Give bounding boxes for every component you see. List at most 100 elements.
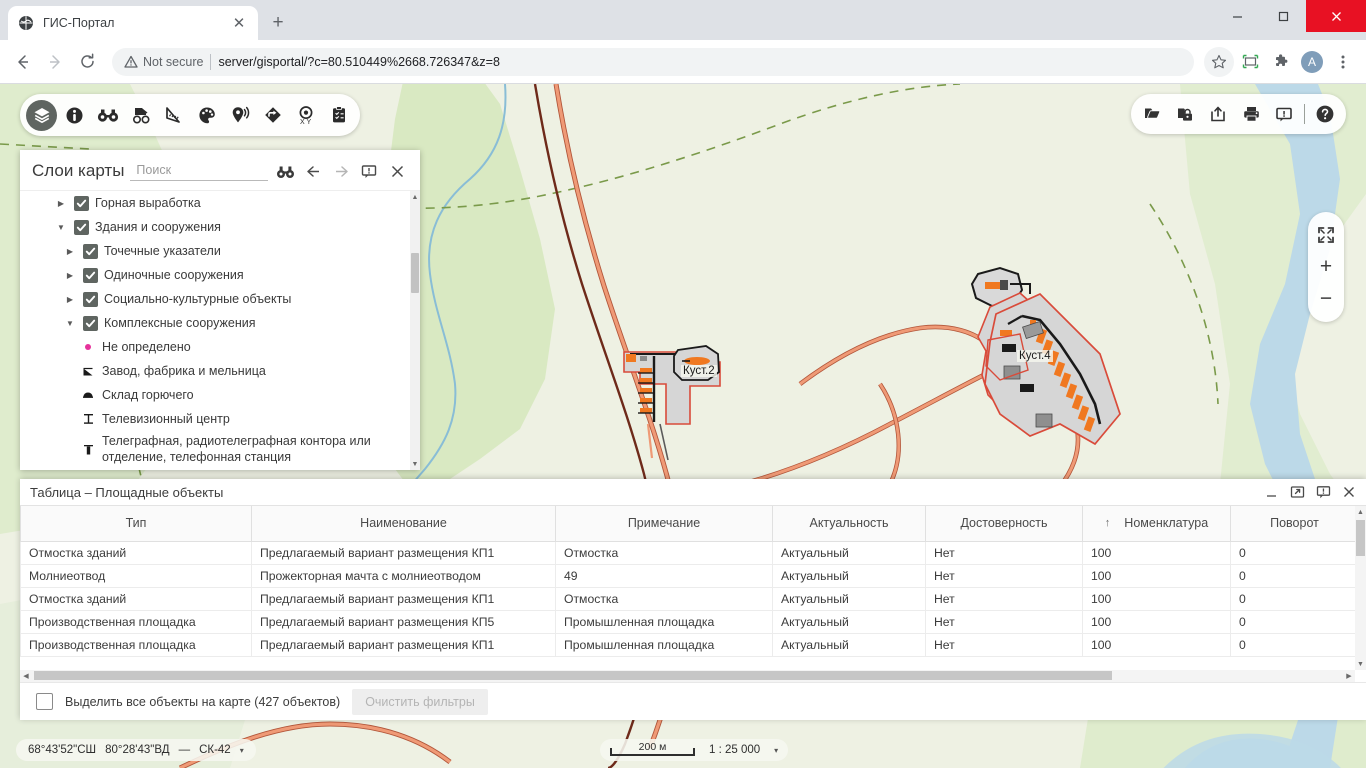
layers-search-input[interactable] [130, 161, 268, 181]
coordinates-display[interactable]: 68°43'52"СШ 80°28'43"ВД — СК-42 ▾ [16, 739, 256, 761]
help-button[interactable] [1312, 101, 1338, 127]
legend-row[interactable]: Не определено [20, 335, 410, 359]
chevron-down-icon[interactable]: ▼ [54, 223, 68, 232]
comment-icon[interactable] [1312, 481, 1334, 503]
browser-tab[interactable]: ГИС-Портал ✕ [8, 6, 258, 40]
minimize-icon[interactable] [1260, 481, 1282, 503]
print-button[interactable] [1238, 101, 1264, 127]
chevron-down-icon[interactable]: ▾ [774, 746, 778, 755]
column-header-nomenclature[interactable]: ↑ Номенклатура [1082, 506, 1231, 542]
chevron-right-icon[interactable]: ▶ [63, 295, 77, 304]
select-all-checkbox[interactable] [36, 693, 53, 710]
layer-row[interactable]: ▼ Здания и сооружения [20, 215, 410, 239]
chevron-down-icon[interactable]: ▼ [63, 319, 77, 328]
extensions-puzzle-icon[interactable] [1266, 47, 1296, 77]
search-binoculars-tool-button[interactable] [92, 100, 123, 131]
zoom-out-button[interactable]: − [1311, 283, 1341, 315]
legend-row[interactable]: Телеграфная, радиотелеграфная контора ил… [20, 431, 410, 469]
layer-row[interactable]: ▶ Социально-культурные объекты [20, 287, 410, 311]
clear-filters-button[interactable]: Очистить фильтры [352, 688, 488, 715]
route-measure-tool-button[interactable] [125, 100, 156, 131]
clipboard-tool-button[interactable] [323, 100, 354, 131]
legend-row[interactable]: Завод, фабрика и мельница [20, 359, 410, 383]
chevron-right-icon[interactable]: ▶ [54, 199, 68, 208]
layer-row[interactable]: ▶ Одиночные сооружения [20, 263, 410, 287]
chevron-right-icon[interactable]: ▶ [63, 271, 77, 280]
ruler-tool-button[interactable] [158, 100, 189, 131]
back-arrow-icon[interactable] [302, 160, 324, 182]
comment-button[interactable] [1271, 101, 1297, 127]
layers-tree[interactable]: ▶ Горная выработка ▼ Здания и сооружения… [20, 191, 410, 470]
minimize-window-button[interactable] [1214, 0, 1260, 32]
scroll-left-arrow[interactable]: ◀ [20, 670, 32, 682]
scroll-down-arrow[interactable]: ▼ [410, 458, 420, 470]
chevron-right-icon[interactable]: ▶ [63, 247, 77, 256]
binoculars-icon[interactable] [274, 160, 296, 182]
comment-icon[interactable] [358, 160, 380, 182]
layers-scrollbar[interactable]: ▲ ▼ [410, 191, 420, 470]
layer-checkbox[interactable] [74, 219, 89, 235]
reload-button[interactable] [72, 47, 102, 77]
layer-row[interactable]: ▶ Горная выработка [20, 191, 410, 215]
open-map-button[interactable] [1139, 101, 1165, 127]
popout-icon[interactable] [1286, 481, 1308, 503]
table-row[interactable]: Отмостка зданий Предлагаемый вариант раз… [20, 540, 1355, 565]
xy-target-tool-button[interactable]: X Y [290, 100, 321, 131]
layer-checkbox[interactable] [83, 243, 98, 259]
scroll-up-arrow[interactable]: ▲ [1355, 506, 1366, 518]
scroll-down-arrow[interactable]: ▼ [1355, 658, 1366, 670]
browser-menu-icon[interactable] [1328, 47, 1358, 77]
legend-row[interactable]: Телевизионный центр [20, 407, 410, 431]
zoom-in-button[interactable]: + [1311, 251, 1341, 283]
save-map-button[interactable] [1172, 101, 1198, 127]
close-icon[interactable] [1338, 481, 1360, 503]
scrollbar-thumb[interactable] [34, 671, 1112, 680]
layer-row[interactable]: ▶ Точечные указатели [20, 239, 410, 263]
layer-row[interactable]: ▼ Комплексные сооружения [20, 311, 410, 335]
diamond-arrow-tool-button[interactable] [257, 100, 288, 131]
table-row[interactable]: Молниеотвод Прожекторная мачта с молниео… [20, 563, 1355, 588]
layer-checkbox[interactable] [83, 291, 98, 307]
share-button[interactable] [1205, 101, 1231, 127]
address-bar[interactable]: Not secure server/gisportal/?c=80.510449… [112, 47, 1194, 76]
maximize-window-button[interactable] [1260, 0, 1306, 32]
table-vertical-scrollbar[interactable]: ▲ ▼ [1355, 506, 1366, 670]
table-horizontal-scrollbar[interactable]: ◀ ▶ [20, 670, 1355, 682]
security-indicator[interactable]: Not secure [124, 55, 203, 69]
layer-checkbox[interactable] [83, 315, 98, 331]
table-row[interactable]: Отмостка зданий Предлагаемый вариант раз… [20, 586, 1355, 611]
scrollbar-thumb[interactable] [411, 253, 419, 293]
layer-checkbox[interactable] [83, 267, 98, 283]
scale-display[interactable]: 200 м 1 : 25 000 ▾ [600, 739, 789, 761]
fullscreen-button[interactable] [1311, 219, 1341, 251]
forward-button[interactable] [40, 47, 70, 77]
scroll-right-arrow[interactable]: ▶ [1343, 670, 1355, 682]
profile-avatar[interactable]: A [1297, 47, 1327, 77]
table-row[interactable]: Производственная площадка Предлагаемый в… [20, 632, 1355, 657]
palette-tool-button[interactable] [191, 100, 222, 131]
layer-checkbox[interactable] [74, 195, 89, 211]
screen-capture-icon[interactable] [1235, 47, 1265, 77]
close-window-button[interactable] [1306, 0, 1366, 32]
table-row[interactable]: Производственная площадка Предлагаемый в… [20, 609, 1355, 634]
column-header-rotation[interactable]: Поворот [1230, 506, 1355, 542]
forward-arrow-icon[interactable] [330, 160, 352, 182]
chevron-down-icon[interactable]: ▾ [240, 746, 244, 755]
legend-row[interactable]: Склад горючего [20, 383, 410, 407]
back-button[interactable] [8, 47, 38, 77]
column-header-reliability[interactable]: Достоверность [925, 506, 1083, 542]
info-tool-button[interactable] [59, 100, 90, 131]
marker-signal-tool-button[interactable] [224, 100, 255, 131]
scroll-up-arrow[interactable]: ▲ [410, 191, 420, 203]
new-tab-button[interactable]: + [264, 9, 292, 37]
layers-tool-button[interactable] [26, 99, 57, 131]
scrollbar-thumb[interactable] [1356, 520, 1365, 556]
column-header-note[interactable]: Примечание [555, 506, 773, 542]
column-header-name[interactable]: Наименование [251, 506, 556, 542]
table-grid-viewport[interactable]: Тип Наименование Примечание Актуальность… [20, 506, 1355, 670]
bookmark-star-icon[interactable] [1204, 46, 1234, 77]
close-tab-icon[interactable]: ✕ [230, 14, 248, 32]
column-header-type[interactable]: Тип [20, 506, 252, 542]
close-icon[interactable] [386, 160, 408, 182]
column-header-actuality[interactable]: Актуальность [772, 506, 926, 542]
